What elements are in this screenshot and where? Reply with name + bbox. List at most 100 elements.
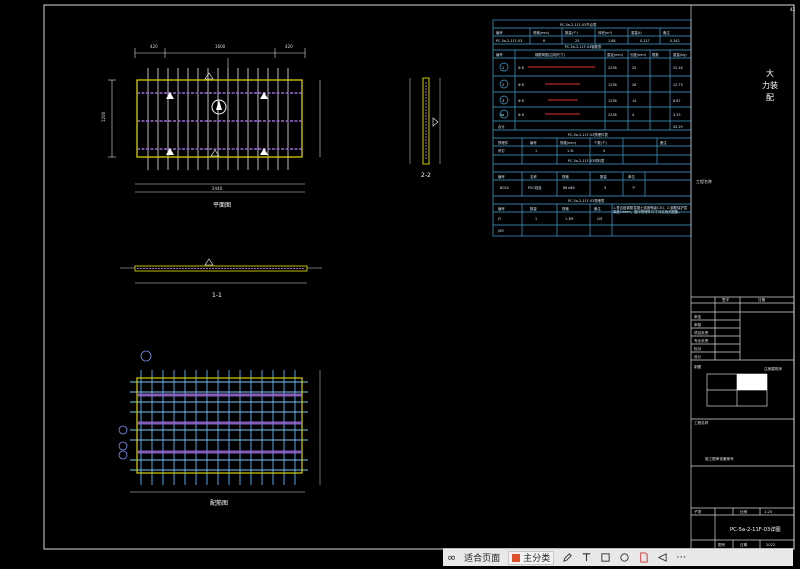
titleblock-label: 校对 xyxy=(694,346,702,351)
table-header: 钢筋简图(注明尺寸) xyxy=(535,52,565,57)
dim-text: 420 xyxy=(150,44,158,49)
page-number: 42 xyxy=(790,7,796,12)
section-caption: 2-2 xyxy=(421,172,431,179)
section-caption: 1-1 xyxy=(212,292,222,299)
table-note: 1.叠合板钢筋混凝土强度等级C30。2.钢筋保护层厚度15mm，图中预埋件尺寸详… xyxy=(613,206,688,214)
schedule-table xyxy=(492,19,692,237)
titleblock-label: 工程名称 xyxy=(694,420,709,425)
table-title: PC-5a-2-11F-03预埋件表 xyxy=(568,132,608,137)
shape-icon xyxy=(601,553,610,562)
text-icon xyxy=(583,553,591,562)
dim-text: 2440 xyxy=(212,186,223,191)
table-cell: 12.73 xyxy=(673,83,683,87)
table-cell: 14 xyxy=(632,99,636,103)
table-title: PC-5a-2-11F-03材料表 xyxy=(568,158,605,163)
more-button[interactable]: ⋯ xyxy=(672,549,690,566)
titleblock-label: 日期 xyxy=(740,542,748,547)
dim-text: 420 xyxy=(285,44,293,49)
text-button[interactable] xyxy=(577,549,596,566)
titleblock-label: 项目负责 xyxy=(694,330,709,335)
design-notes-label: 工程名称 xyxy=(696,178,712,184)
section-2-2: 2-2 xyxy=(409,77,441,179)
table-cell: 8 xyxy=(543,39,545,43)
table-cell: 2238 xyxy=(608,66,617,70)
more-icon: ⋯ xyxy=(676,552,687,563)
titleblock-label: 注册建筑师 xyxy=(764,366,782,371)
pdf-button[interactable] xyxy=(634,549,653,566)
table-header: 编号 xyxy=(496,30,503,35)
table-cell: Φ 8 xyxy=(518,83,524,87)
shape-button[interactable] xyxy=(596,549,615,566)
table-cell: 1238 xyxy=(608,83,617,87)
table-cell: 3 xyxy=(502,99,504,103)
dim-text: 1200 xyxy=(101,111,106,122)
table-cell: 2238 xyxy=(608,113,617,117)
titleblock-label: 制图 xyxy=(694,364,702,369)
table-header: 编号 xyxy=(498,206,505,211)
table-cell: 1.5t xyxy=(567,149,574,153)
table-cell: 4 xyxy=(632,113,634,117)
infinity-icon: ∞ xyxy=(447,551,457,564)
fit-page-button[interactable]: 适合页面 xyxy=(460,549,504,566)
table-cell: JT xyxy=(497,217,502,221)
share-button[interactable] xyxy=(653,549,672,566)
titleblock-label: 审核 xyxy=(694,322,702,327)
table-cell: 4a xyxy=(500,113,504,117)
titleblock-label: 签字 xyxy=(722,297,730,302)
table-cell: 1 xyxy=(502,66,504,70)
table-cell: Φ 8 xyxy=(518,113,524,117)
fit-page-label: 适合页面 xyxy=(464,554,501,564)
plan-view: 420 1600 420 1200 2440 平面图 xyxy=(101,44,321,209)
table-cell: 1.3M xyxy=(565,217,573,221)
table-header: 数量 xyxy=(600,174,607,179)
table-title: PC-5a-2-11F-03节点表 xyxy=(560,22,597,27)
lifting-point-icon xyxy=(166,148,174,155)
table-cell: 4 xyxy=(603,149,605,153)
cad-drawing-canvas: 420 1600 420 1200 2440 平面图 2-2 1-1 配筋图 P… xyxy=(0,0,800,565)
stamp-icon xyxy=(620,553,629,562)
table-cell: PC-5a-2-11F-03 xyxy=(496,39,522,43)
table-cell: B024 xyxy=(500,186,509,190)
stamp-button[interactable] xyxy=(615,549,634,566)
table-header: 数量(个) xyxy=(565,30,578,35)
table-header: 备注 xyxy=(663,30,670,35)
table-header: 编号 xyxy=(498,174,505,179)
titleblock-label: 设计 xyxy=(694,354,702,359)
table-cell: JXR xyxy=(497,229,504,233)
table-header: 备注 xyxy=(594,206,601,211)
company-name: 大 力装 配 xyxy=(762,69,778,102)
titleblock-value: 2022 xyxy=(766,543,775,547)
titleblock-value: 图号 xyxy=(718,542,726,547)
stamp-block xyxy=(737,374,767,390)
rebar-caption: 配筋图 xyxy=(210,499,228,507)
table-cell: PVC线盒 xyxy=(528,185,542,190)
table-cell: CM xyxy=(597,217,602,221)
titleblock-label: 审定 xyxy=(694,314,702,319)
table-header: 规格(mm) xyxy=(560,140,577,145)
table-cell: 3.53 xyxy=(673,113,681,117)
table-cell: 个 xyxy=(632,185,636,190)
table-header: 规格 xyxy=(562,174,569,179)
table-header: 数量 xyxy=(530,206,537,211)
infinity-button[interactable]: ∞ xyxy=(443,549,460,566)
table-header: 体积(m³) xyxy=(598,30,613,35)
dim-text: 1600 xyxy=(215,44,226,49)
table-title: PC-5a-2-11F-03预埋表 xyxy=(568,198,605,203)
table-cell: 吊钉 xyxy=(498,148,505,153)
slab-outline xyxy=(136,79,303,158)
table-cell: 86×86 xyxy=(563,186,574,190)
drawing-title: PC-5a-2-11F-03详图 xyxy=(730,525,781,533)
color-swatch-icon xyxy=(512,553,521,562)
table-cell: 1 xyxy=(535,149,537,153)
table-cell: 22.16 xyxy=(673,66,683,70)
pen-button[interactable] xyxy=(558,549,577,566)
table-header: 直径(mm) xyxy=(607,52,624,57)
titleblock-label: 专业负责 xyxy=(694,338,709,343)
table-header: 名称 xyxy=(530,174,537,179)
category-select[interactable]: 主分类 xyxy=(504,549,558,566)
table-cell: Φ 8 xyxy=(518,66,524,70)
table-header: 重量(t) xyxy=(631,30,642,35)
table-cell: 6.87 xyxy=(673,99,681,103)
titleblock-label: 比例 xyxy=(740,509,748,514)
table-header: 长度(mm) xyxy=(630,52,647,57)
